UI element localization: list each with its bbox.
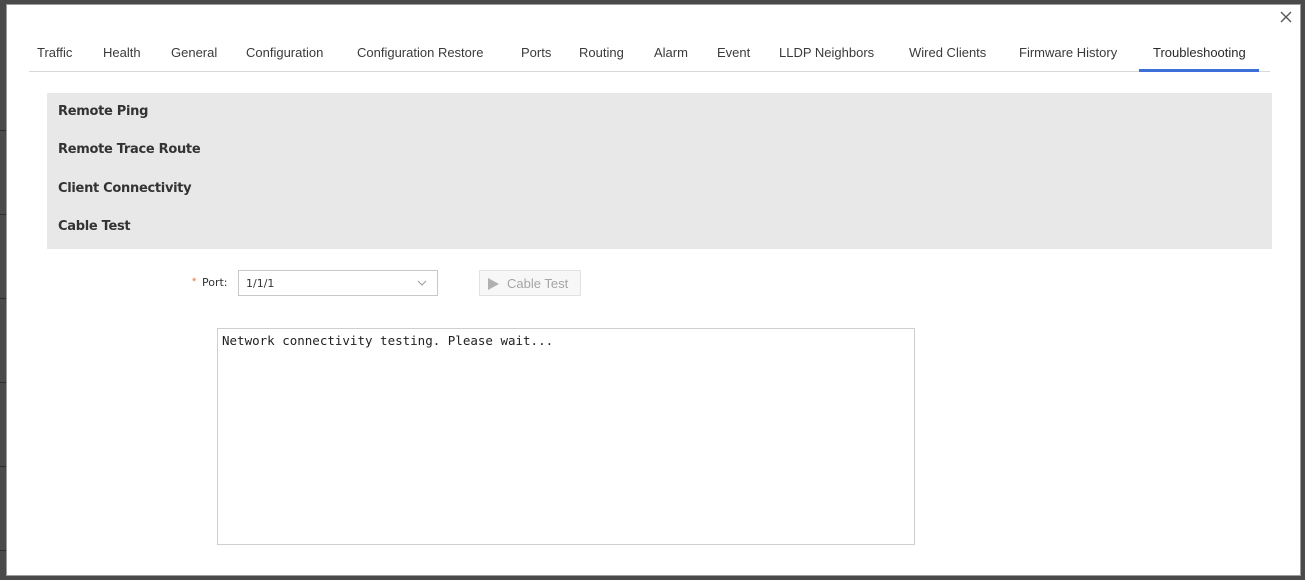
background-divider <box>0 382 6 383</box>
section-remote-trace-route[interactable]: Remote Trace Route <box>58 140 201 160</box>
tab-alarm[interactable]: Alarm <box>654 36 688 70</box>
tab-general[interactable]: General <box>171 36 217 70</box>
tab-health[interactable]: Health <box>103 36 141 70</box>
port-label: Port: <box>202 276 228 289</box>
tab-lldp-neighbors[interactable]: LLDP Neighbors <box>779 36 874 70</box>
close-icon <box>1280 11 1292 23</box>
test-output-area[interactable]: Network connectivity testing. Please wai… <box>217 328 915 545</box>
close-button[interactable] <box>1278 9 1294 25</box>
tab-ports[interactable]: Ports <box>521 36 551 70</box>
tab-configuration-restore[interactable]: Configuration Restore <box>357 36 483 70</box>
port-select-value: 1/1/1 <box>246 277 275 290</box>
cable-test-button[interactable]: Cable Test <box>479 270 581 296</box>
background-divider <box>0 298 6 299</box>
play-icon <box>488 278 499 290</box>
chevron-down-icon <box>417 280 427 286</box>
tab-routing[interactable]: Routing <box>579 36 624 70</box>
tab-bar: Traffic Health General Configuration Con… <box>29 36 1270 72</box>
tab-troubleshooting[interactable]: Troubleshooting <box>1139 36 1259 72</box>
section-client-connectivity[interactable]: Client Connectivity <box>58 179 192 199</box>
background-divider <box>0 130 6 131</box>
port-select[interactable]: 1/1/1 <box>238 270 438 296</box>
troubleshooting-sections-panel: Remote Ping Remote Trace Route Client Co… <box>47 93 1272 249</box>
tab-wired-clients[interactable]: Wired Clients <box>909 36 986 70</box>
device-details-modal: Traffic Health General Configuration Con… <box>6 4 1301 576</box>
section-remote-ping[interactable]: Remote Ping <box>58 102 148 122</box>
background-divider <box>0 466 6 467</box>
tab-traffic[interactable]: Traffic <box>37 36 72 70</box>
tab-configuration[interactable]: Configuration <box>246 36 323 70</box>
cable-test-button-label: Cable Test <box>507 276 569 291</box>
tab-firmware-history[interactable]: Firmware History <box>1019 36 1117 70</box>
section-cable-test[interactable]: Cable Test <box>58 217 131 237</box>
background-divider <box>0 214 6 215</box>
background-divider <box>0 550 6 551</box>
tab-event[interactable]: Event <box>717 36 750 70</box>
required-marker: * <box>192 276 197 288</box>
